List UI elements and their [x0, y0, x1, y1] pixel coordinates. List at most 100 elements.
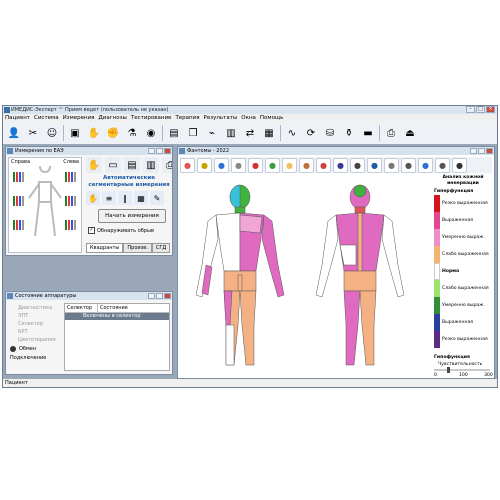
hand-icon[interactable]: ✋ [86, 125, 102, 141]
lips-icon[interactable]: ● [248, 157, 263, 173]
save-icon[interactable]: ▣ [67, 125, 83, 141]
legend-swatch [434, 195, 440, 212]
network-icon[interactable]: ⛁ [322, 125, 338, 141]
window-maximize-button[interactable] [156, 293, 163, 299]
sync-icon[interactable]: ⟳ [303, 125, 319, 141]
user-icon[interactable]: ☺ [44, 125, 60, 141]
probe-mode-icon[interactable]: ✎ [150, 191, 164, 205]
window-minimize-button[interactable] [148, 148, 155, 154]
wave-icon[interactable]: ∿ [284, 125, 300, 141]
minimize-button[interactable]: – [466, 106, 475, 113]
handheld-icon[interactable]: ✋ [86, 157, 102, 173]
sensitivity-label: Чувствительность [438, 362, 483, 367]
detect-break-checkbox[interactable]: ✓ [88, 227, 95, 234]
row-mode-icon[interactable]: ≡ [102, 191, 116, 205]
test-icon[interactable]: ⚗ [124, 125, 140, 141]
chart-icon[interactable]: ▥ [223, 125, 239, 141]
spine-icon[interactable]: ● [333, 157, 348, 173]
legend-swatch [434, 297, 440, 314]
sensitivity-slider-thumb[interactable] [447, 367, 451, 373]
monitor-icon[interactable]: ▭ [105, 157, 121, 173]
tab-sgd[interactable]: СГД [151, 243, 171, 253]
sensitivity-slider[interactable] [434, 367, 490, 373]
graph-icon[interactable]: ▤ [124, 157, 140, 173]
bed-icon[interactable]: ● [435, 157, 450, 173]
pen-icon[interactable]: ● [214, 157, 229, 173]
bed-icon[interactable]: ▬ [360, 125, 376, 141]
printer-icon[interactable]: ⎙ [383, 125, 399, 141]
menu-system[interactable]: Система [34, 114, 59, 122]
window-minimize-button[interactable] [148, 293, 155, 299]
bar-chart-icon[interactable]: ▥ [143, 157, 159, 173]
tab-arbitrary[interactable]: Произв. [123, 243, 152, 253]
copy-icon[interactable]: ❐ [185, 125, 201, 141]
legend-hypo-label: Гипофункция [434, 355, 470, 360]
face-icon[interactable]: ● [282, 157, 297, 173]
window-maximize-button[interactable] [156, 148, 163, 154]
patient-icon[interactable]: 👤 [6, 125, 22, 141]
front-figure [195, 184, 285, 366]
phantom-window: Фантомы - 2022 ● ● ● ● ● ● ● ● ● ● ● ● ● ● ● ● ● [177, 146, 495, 379]
menu-windows[interactable]: Окна [241, 114, 256, 122]
print-icon[interactable]: ⎙ [162, 157, 172, 173]
menu-help[interactable]: Помощь [260, 114, 283, 122]
legend-swatch [434, 212, 440, 229]
app-icon [4, 107, 10, 113]
legend-swatch [434, 280, 440, 297]
menu-patient[interactable]: Пациент [5, 114, 30, 122]
table-header-state[interactable]: Состояние [98, 304, 128, 312]
menu-measurements[interactable]: Измерения [63, 114, 95, 122]
measure-window: Измерения по ЕАЭ Справа Слева ✋ ▭ ▤ ▥ Ав… [5, 146, 173, 256]
start-measure-button[interactable]: Начать измерения [98, 209, 166, 223]
scan-icon[interactable]: ⌁ [204, 125, 220, 141]
connect-button[interactable]: Подключение [10, 354, 56, 362]
window-close-button[interactable] [164, 293, 171, 299]
toolbar-separator [280, 125, 281, 141]
radio-icon[interactable]: ● [265, 157, 280, 173]
vial-icon[interactable]: ⚱ [341, 125, 357, 141]
arrows-icon[interactable]: ● [316, 157, 331, 173]
window-minimize-button[interactable] [470, 148, 477, 154]
legs-icon[interactable]: ● [401, 157, 416, 173]
menu-diagnoses[interactable]: Диагнозы [99, 114, 127, 122]
maximize-button[interactable]: □ [476, 106, 485, 113]
tools-icon[interactable]: ✂ [25, 125, 41, 141]
square-icon[interactable]: ● [384, 157, 399, 173]
swap-icon[interactable]: ⇄ [242, 125, 258, 141]
ear-icon[interactable]: ● [299, 157, 314, 173]
exit-icon[interactable]: ⏏ [402, 125, 418, 141]
menu-results[interactable]: Результаты [204, 114, 238, 122]
detect-break-option[interactable]: ✓ Обнаруживать обрыв [88, 227, 154, 234]
document-icon[interactable]: ● [418, 157, 433, 173]
column-mode-icon[interactable]: ‖ [118, 191, 132, 205]
window-close-button[interactable] [164, 148, 171, 154]
shaft-icon[interactable]: ● [350, 157, 365, 173]
menu-therapy[interactable]: Терапия [175, 114, 199, 122]
flow-icon[interactable]: ● [367, 157, 382, 173]
tab-quadrants[interactable]: Квадранты [86, 243, 124, 253]
selector-table: Селектор Состояние Включены в селектор [64, 303, 170, 371]
heart-icon[interactable]: ● [180, 157, 195, 173]
table-row[interactable]: Включены в селектор [65, 313, 169, 320]
app-title: ИМЕДИС-Эксперт ™ Прием ведет (пользовате… [11, 107, 169, 113]
print-icon[interactable]: ● [452, 157, 467, 173]
brush-icon[interactable]: ● [197, 157, 212, 173]
window-close-button[interactable] [486, 148, 493, 154]
table-header-selector[interactable]: Селектор [65, 304, 98, 312]
legend-row: Умеренно выраж. [432, 297, 494, 314]
menu-testing[interactable]: Тестирование [131, 114, 172, 122]
glove-icon[interactable]: ✊ [105, 125, 121, 141]
legend-swatch [434, 314, 440, 331]
grid-icon[interactable]: ▦ [261, 125, 277, 141]
legend-label: Норма [442, 269, 460, 274]
hand-mode-icon[interactable]: ✋ [86, 191, 100, 205]
eye-icon[interactable]: ◉ [143, 125, 159, 141]
electrode-bars-right [13, 172, 24, 230]
grid-mode-icon[interactable]: ▦ [134, 191, 148, 205]
card-icon[interactable]: ▤ [166, 125, 182, 141]
close-button[interactable]: × [486, 106, 495, 113]
phantom-window-titlebar: Фантомы - 2022 [178, 147, 494, 155]
toolbar-separator [379, 125, 380, 141]
contour-icon[interactable]: ● [231, 157, 246, 173]
window-maximize-button[interactable] [478, 148, 485, 154]
